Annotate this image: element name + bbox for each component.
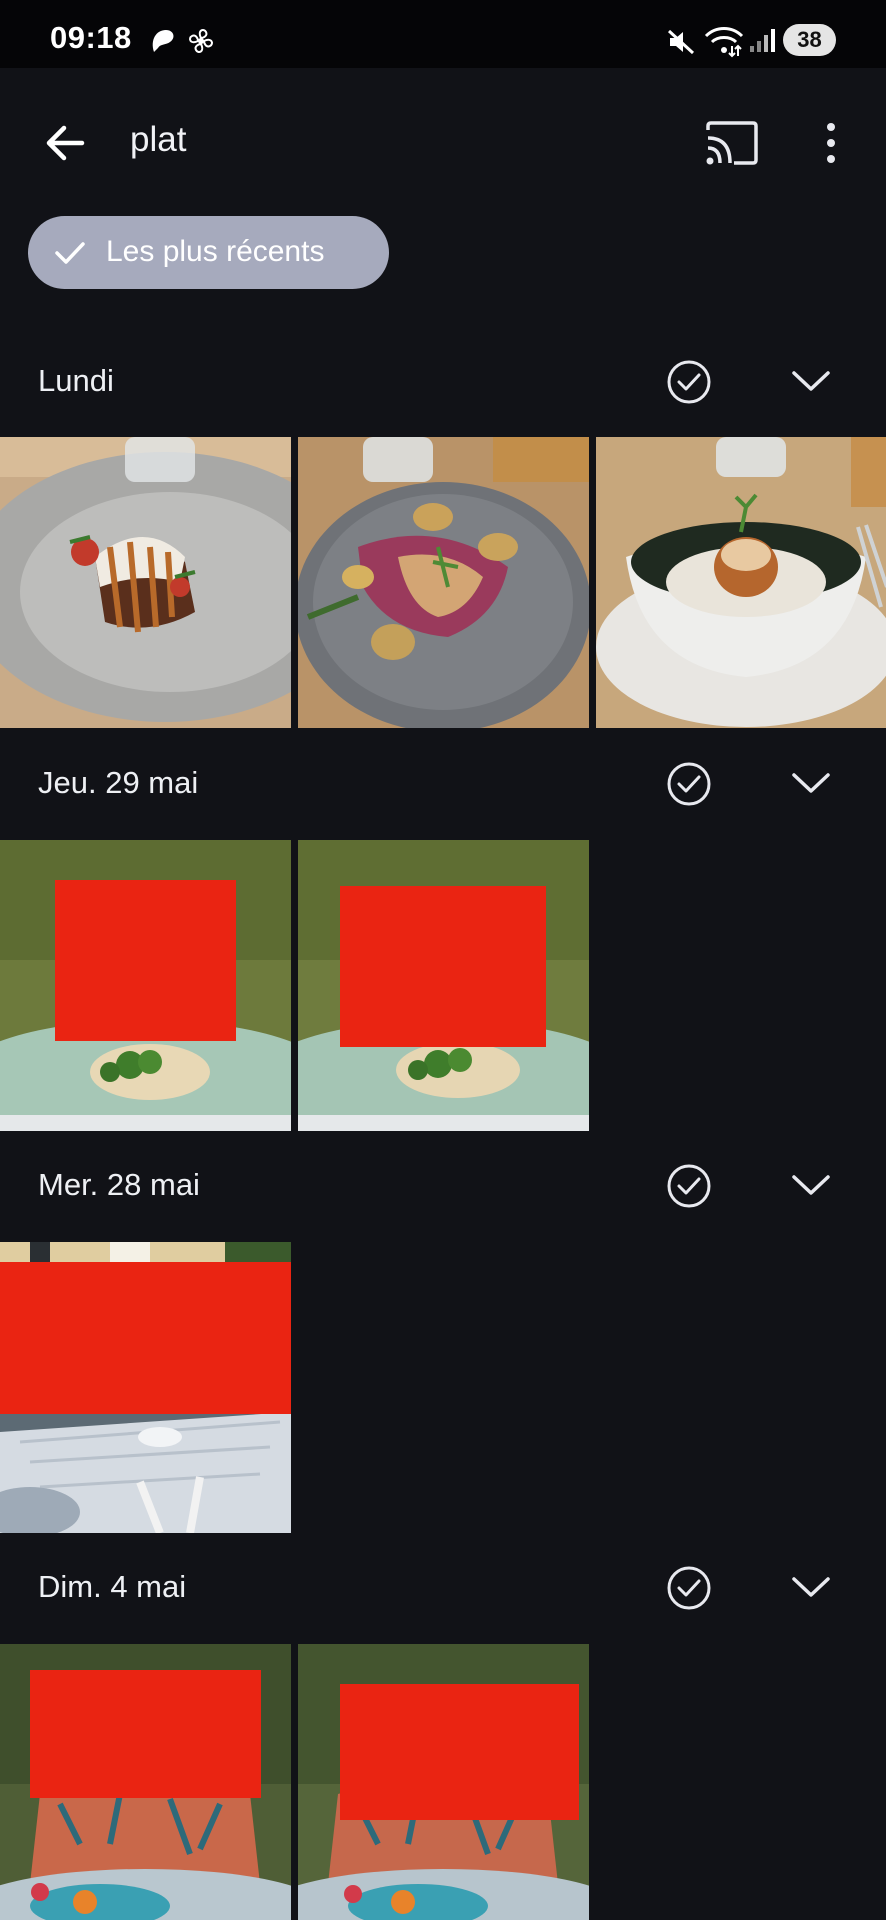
select-all-check-circle-icon[interactable]: [666, 761, 712, 807]
filter-chip-recent[interactable]: Les plus récents: [28, 216, 389, 289]
chevron-down-icon[interactable]: [788, 1167, 834, 1203]
date-section-header: Lundi: [0, 341, 886, 421]
app-icon: [152, 30, 174, 52]
select-all-check-circle-icon[interactable]: [666, 359, 712, 405]
meat-potatoes-plate-photo: [298, 437, 589, 728]
date-section-header: Dim. 4 mai: [0, 1547, 886, 1627]
status-bar: 09:18 38: [0, 0, 886, 68]
redaction-block: [55, 880, 236, 1041]
photo-thumbnail[interactable]: [298, 437, 589, 728]
search-query[interactable]: plat: [130, 120, 186, 160]
photo-thumbnail[interactable]: [0, 437, 291, 728]
photo-thumbnail[interactable]: [596, 437, 886, 728]
dessert-plate-photo: [0, 437, 291, 728]
photo-thumbnail[interactable]: [0, 1644, 291, 1920]
select-all-check-circle-icon[interactable]: [666, 1163, 712, 1209]
chevron-down-icon[interactable]: [788, 765, 834, 801]
mute-icon: [667, 29, 695, 55]
date-label: Mer. 28 mai: [38, 1167, 200, 1202]
select-all-check-circle-icon[interactable]: [666, 1565, 712, 1611]
bowl-dish-photo: [596, 437, 886, 728]
redaction-block: [0, 1262, 291, 1414]
redaction-block: [30, 1670, 261, 1798]
chevron-down-icon[interactable]: [788, 1569, 834, 1605]
date-label: Lundi: [38, 363, 114, 398]
redaction-block: [340, 886, 546, 1047]
arrow-left-icon[interactable]: [40, 118, 90, 168]
photo-thumbnail[interactable]: [298, 1644, 589, 1920]
photo-thumbnail[interactable]: [298, 840, 589, 1131]
filter-chip-label: Les plus récents: [106, 235, 325, 268]
cast-icon[interactable]: [704, 120, 760, 166]
date-section-header: Jeu. 29 mai: [0, 743, 886, 823]
photo-thumbnail[interactable]: [0, 840, 291, 1131]
signal-icon: [750, 29, 775, 52]
photo-thumbnail[interactable]: [0, 1242, 291, 1533]
status-time: 09:18: [50, 20, 132, 55]
date-section-header: Mer. 28 mai: [0, 1145, 886, 1225]
fan-icon: [189, 29, 213, 53]
date-label: Jeu. 29 mai: [38, 765, 199, 800]
redaction-block: [340, 1684, 579, 1820]
check-icon: [55, 242, 85, 264]
date-label: Dim. 4 mai: [38, 1569, 187, 1604]
battery-icon: 38: [783, 24, 836, 56]
chevron-down-icon[interactable]: [788, 363, 834, 399]
more-vertical-icon[interactable]: [815, 120, 847, 166]
wifi-6-icon: [704, 27, 744, 58]
